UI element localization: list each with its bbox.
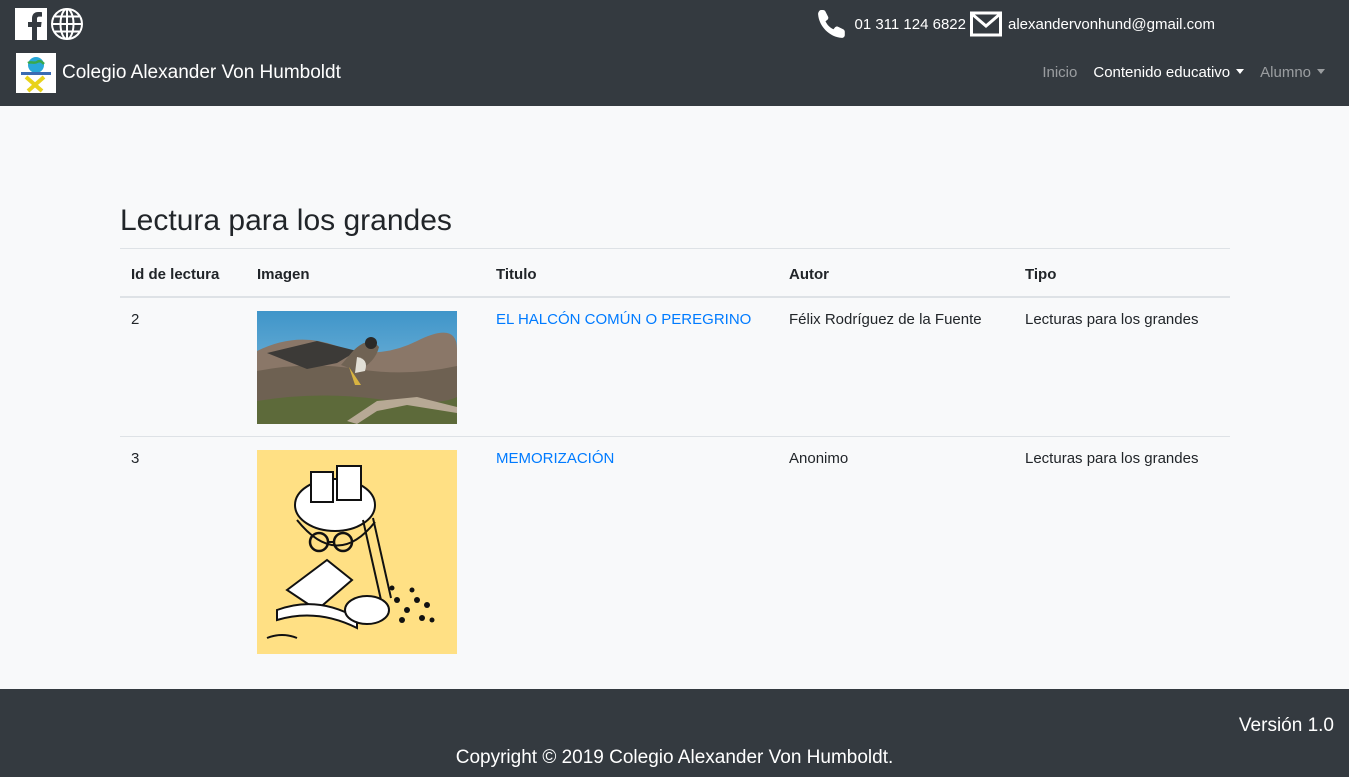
- main-nav: Inicio Contenido educativo Alumno: [1042, 64, 1325, 81]
- table-header-row: Id de lectura Imagen Titulo Autor Tipo: [120, 248, 1230, 298]
- phone-icon: [818, 10, 846, 38]
- column-header-imagen: Imagen: [246, 248, 485, 298]
- nav-item-inicio[interactable]: Inicio: [1042, 64, 1077, 81]
- facebook-icon[interactable]: [15, 8, 47, 40]
- reading-title-link[interactable]: MEMORIZACIÓN: [496, 450, 614, 467]
- cell-imagen: [246, 436, 485, 666]
- nav-item-alumno-label: Alumno: [1260, 64, 1311, 81]
- social-links: [15, 8, 83, 40]
- cell-imagen: [246, 297, 485, 437]
- school-logo: [16, 53, 56, 93]
- cell-id: 3: [120, 436, 246, 666]
- contact-info: 01 311 124 6822 alexandervonhund@gmail.c…: [816, 8, 1215, 40]
- cell-tipo: Lecturas para los grandes: [1025, 311, 1199, 328]
- nav-item-contenido-educativo[interactable]: Contenido educativo: [1093, 64, 1245, 81]
- nav-item-alumno[interactable]: Alumno: [1260, 64, 1325, 81]
- nav-item-contenido-educativo-label: Contenido educativo: [1093, 64, 1231, 81]
- cell-titulo: MEMORIZACIÓN: [485, 436, 778, 666]
- version-label: Versión 1.0: [1238, 715, 1334, 736]
- brand-name: Colegio Alexander Von Humboldt: [62, 62, 341, 83]
- top-navbar: 01 311 124 6822 alexandervonhund@gmail.c…: [0, 0, 1349, 106]
- phone-number: 01 311 124 6822: [854, 15, 966, 33]
- column-header-autor: Autor: [778, 248, 1014, 298]
- cell-autor: Anonimo: [778, 436, 1014, 666]
- table-row: 3 MEMORIZACIÓN Anonimo Lecturas para los…: [120, 436, 1230, 666]
- column-header-tipo: Tipo: [1014, 248, 1230, 298]
- reading-title-link[interactable]: EL HALCÓN COMÚN O PEREGRINO: [496, 311, 751, 328]
- cell-autor: Félix Rodríguez de la Fuente: [789, 311, 982, 328]
- falcon-image: [257, 311, 457, 424]
- brand[interactable]: Colegio Alexander Von Humboldt: [16, 53, 341, 93]
- footer: Versión 1.0 Copyright © 2019 Colegio Ale…: [0, 689, 1349, 777]
- mail-icon: [969, 11, 1002, 37]
- column-header-id: Id de lectura: [120, 248, 246, 298]
- column-header-titulo: Titulo: [485, 248, 778, 298]
- table-row: 2 EL HALCÓN COMÚN O PEREGRINO Félix Rodr…: [120, 297, 1230, 437]
- readings-table: Id de lectura Imagen Titulo Autor Tipo 2: [120, 248, 1230, 666]
- copyright-text: Copyright © 2019 Colegio Alexander Von H…: [455, 747, 894, 768]
- cell-tipo: Lecturas para los grandes: [1014, 436, 1230, 666]
- chevron-down-icon: [1236, 69, 1245, 74]
- cell-id: 2: [131, 311, 140, 328]
- globe-icon[interactable]: [51, 8, 83, 40]
- cell-titulo: EL HALCÓN COMÚN O PEREGRINO: [485, 297, 778, 437]
- memorization-illustration: [257, 450, 457, 654]
- chevron-down-icon: [1317, 69, 1325, 74]
- email-address: alexandervonhund@gmail.com: [1007, 15, 1215, 33]
- page-title: Lectura para los grandes: [120, 204, 452, 237]
